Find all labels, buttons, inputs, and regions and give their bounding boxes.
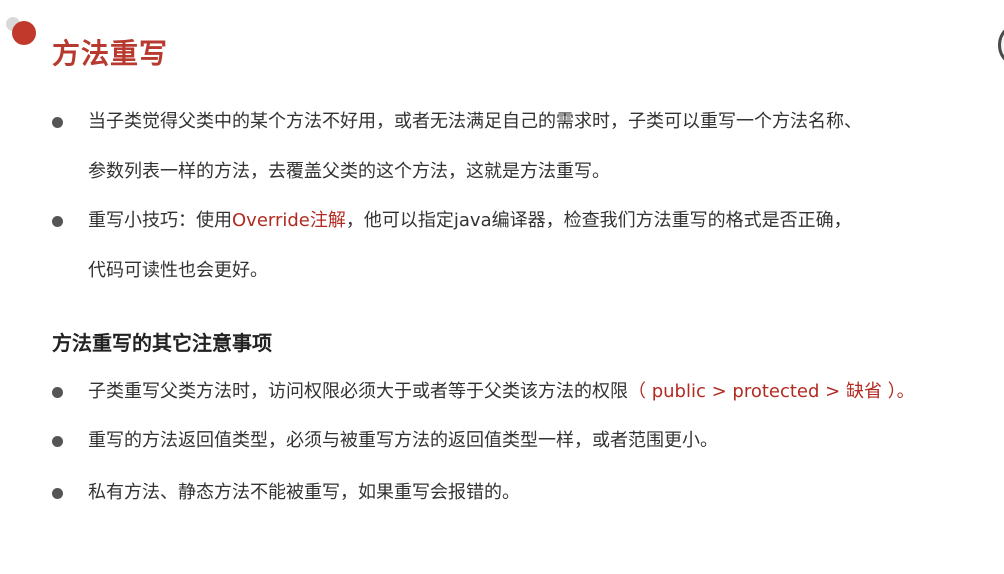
- page-title: 方法重写: [52, 37, 169, 70]
- intro-bullet-1-line-2: 参数列表一样的方法，去覆盖父类的这个方法，这就是方法重写。: [88, 161, 610, 182]
- note-item-1-body: 子类重写父类方法时，访问权限必须大于或者等于父类该方法的权限: [88, 381, 628, 402]
- intro-bullet-2-line-2: 代码可读性也会更好。: [88, 260, 268, 281]
- intro-bullet-2-text: 重写小技巧：使用Override注解，他可以指定java编译器，检查我们方法重写…: [88, 196, 852, 296]
- bullet-dot-icon: [52, 387, 63, 398]
- intro-bullet-2-suffix: ，他可以指定java编译器，检查我们方法重写的格式是否正确，: [345, 210, 852, 231]
- bullet-dot-icon: [52, 488, 63, 499]
- override-annotation-highlight: Override注解: [232, 210, 346, 231]
- bullet-dot-icon: [52, 117, 63, 128]
- intro-bullet-2: 重写小技巧：使用Override注解，他可以指定java编译器，检查我们方法重写…: [52, 196, 992, 296]
- intro-bullet-1-line-1: 当子类觉得父类中的某个方法不好用，或者无法满足自己的需求时，子类可以重写一个方法…: [88, 111, 862, 132]
- intro-bullet-1-text: 当子类觉得父类中的某个方法不好用，或者无法满足自己的需求时，子类可以重写一个方法…: [88, 97, 862, 197]
- bullet-dot-icon: [52, 436, 63, 447]
- note-item-1: 子类重写父类方法时，访问权限必须大于或者等于父类该方法的权限（ public >…: [52, 367, 992, 417]
- note-item-2-text: 重写的方法返回值类型，必须与被重写方法的返回值类型一样，或者范围更小。: [88, 430, 718, 451]
- note-item-1-text: 子类重写父类方法时，访问权限必须大于或者等于父类该方法的权限（ public >…: [88, 367, 915, 417]
- intro-bullet-2-line-1: 重写小技巧：使用Override注解，他可以指定java编译器，检查我们方法重写…: [88, 196, 852, 246]
- bullet-dot-icon: [52, 216, 63, 227]
- section-heading: 方法重写的其它注意事项: [52, 331, 272, 355]
- intro-bullet-1: 当子类觉得父类中的某个方法不好用，或者无法满足自己的需求时，子类可以重写一个方法…: [52, 97, 992, 197]
- intro-bullet-2-prefix: 重写小技巧：使用: [88, 210, 232, 231]
- note-item-3-text: 私有方法、静态方法不能被重写，如果重写会报错的。: [88, 482, 520, 503]
- access-modifier-highlight: （ public > protected > 缺省 ）。: [628, 381, 915, 402]
- decorative-red-dot: [12, 21, 36, 45]
- edge-circle-icon: [998, 22, 1004, 68]
- note-item-2: 重写的方法返回值类型，必须与被重写方法的返回值类型一样，或者范围更小。: [52, 416, 992, 466]
- note-item-3: 私有方法、静态方法不能被重写，如果重写会报错的。: [52, 468, 992, 518]
